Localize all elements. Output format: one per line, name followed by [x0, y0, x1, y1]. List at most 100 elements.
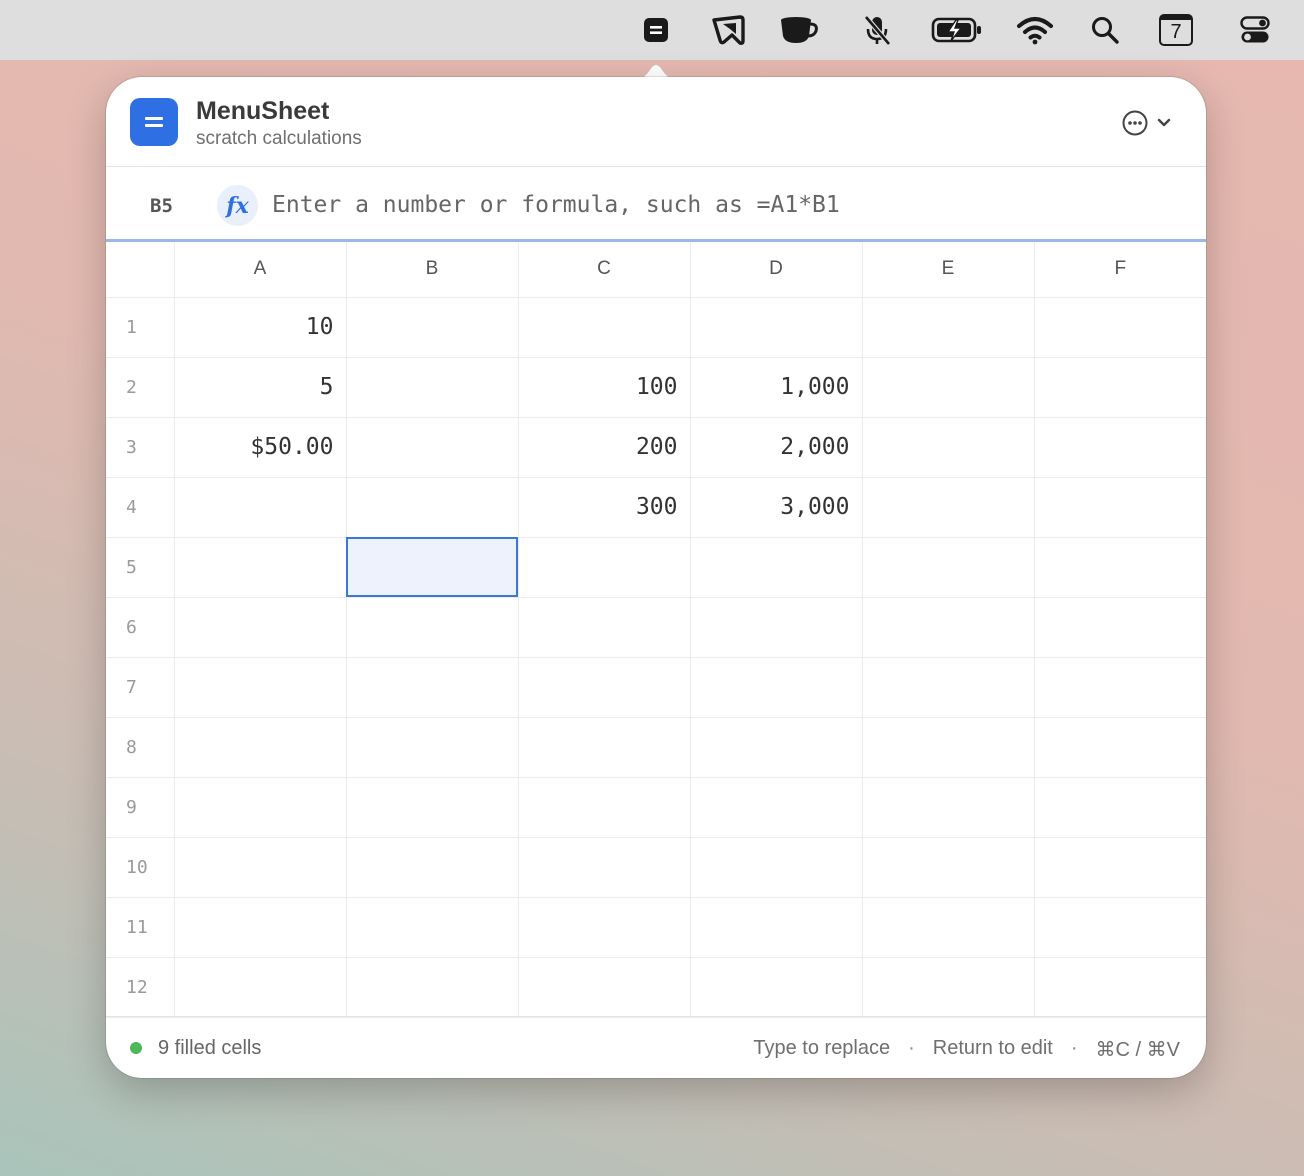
cell-c4[interactable]: 300	[517, 476, 691, 538]
cell-a12[interactable]	[173, 956, 347, 1018]
row-header[interactable]: 8	[106, 716, 175, 778]
cell-b12[interactable]	[345, 956, 519, 1018]
bookmark-icon[interactable]	[707, 11, 749, 49]
cell-e3[interactable]	[861, 416, 1035, 478]
cell-c2[interactable]: 100	[517, 356, 691, 418]
cell-d3[interactable]: 2,000	[689, 416, 863, 478]
battery-charging-icon[interactable]	[930, 11, 984, 49]
column-header-e[interactable]: E	[861, 242, 1035, 298]
cell-d8[interactable]	[689, 716, 863, 778]
cell-c9[interactable]	[517, 776, 691, 838]
cell-e11[interactable]	[861, 896, 1035, 958]
cell-e6[interactable]	[861, 596, 1035, 658]
row-header[interactable]: 1	[106, 296, 175, 358]
cell-a5[interactable]	[173, 536, 347, 598]
cell-a11[interactable]	[173, 896, 347, 958]
cell-c7[interactable]	[517, 656, 691, 718]
row-header[interactable]: 12	[106, 956, 175, 1018]
column-header-c[interactable]: C	[517, 242, 691, 298]
cell-e4[interactable]	[861, 476, 1035, 538]
formula-input[interactable]	[272, 187, 1172, 223]
cell-c11[interactable]	[517, 896, 691, 958]
fx-icon[interactable]: fx	[217, 185, 258, 226]
cell-f12[interactable]	[1033, 956, 1206, 1018]
cell-d4[interactable]: 3,000	[689, 476, 863, 538]
cell-f5[interactable]	[1033, 536, 1206, 598]
cell-f7[interactable]	[1033, 656, 1206, 718]
cell-d7[interactable]	[689, 656, 863, 718]
cell-f3[interactable]	[1033, 416, 1206, 478]
cell-a2[interactable]: 5	[173, 356, 347, 418]
menusheet-icon[interactable]	[635, 11, 677, 49]
cell-f11[interactable]	[1033, 896, 1206, 958]
coffee-cup-icon[interactable]	[778, 11, 820, 49]
cell-e1[interactable]	[861, 296, 1035, 358]
row-header[interactable]: 10	[106, 836, 175, 898]
cell-f10[interactable]	[1033, 836, 1206, 898]
cell-b9[interactable]	[345, 776, 519, 838]
cell-d10[interactable]	[689, 836, 863, 898]
cell-b7[interactable]	[345, 656, 519, 718]
cell-b3[interactable]	[345, 416, 519, 478]
cell-e5[interactable]	[861, 536, 1035, 598]
cell-a9[interactable]	[173, 776, 347, 838]
cell-a10[interactable]	[173, 836, 347, 898]
cell-e8[interactable]	[861, 716, 1035, 778]
more-options-button[interactable]	[1120, 107, 1180, 139]
cell-a3[interactable]: $50.00	[173, 416, 347, 478]
cell-c6[interactable]	[517, 596, 691, 658]
cell-b6[interactable]	[345, 596, 519, 658]
cell-c1[interactable]	[517, 296, 691, 358]
cell-f4[interactable]	[1033, 476, 1206, 538]
cell-b10[interactable]	[345, 836, 519, 898]
row-header[interactable]: 6	[106, 596, 175, 658]
cell-a7[interactable]	[173, 656, 347, 718]
control-center-icon[interactable]	[1234, 11, 1276, 49]
cell-f2[interactable]	[1033, 356, 1206, 418]
cell-e12[interactable]	[861, 956, 1035, 1018]
cell-b5[interactable]	[345, 536, 519, 598]
cell-c5[interactable]	[517, 536, 691, 598]
cell-d11[interactable]	[689, 896, 863, 958]
cell-f1[interactable]	[1033, 296, 1206, 358]
cell-d12[interactable]	[689, 956, 863, 1018]
cell-b2[interactable]	[345, 356, 519, 418]
cell-b11[interactable]	[345, 896, 519, 958]
row-header[interactable]: 7	[106, 656, 175, 718]
cell-a6[interactable]	[173, 596, 347, 658]
calendar-icon[interactable]: 7	[1155, 11, 1197, 49]
cell-e10[interactable]	[861, 836, 1035, 898]
cell-f9[interactable]	[1033, 776, 1206, 838]
row-header[interactable]: 9	[106, 776, 175, 838]
cell-c12[interactable]	[517, 956, 691, 1018]
column-header-b[interactable]: B	[345, 242, 519, 298]
column-header-a[interactable]: A	[173, 242, 347, 298]
row-header[interactable]: 11	[106, 896, 175, 958]
cell-c3[interactable]: 200	[517, 416, 691, 478]
muted-microphone-icon[interactable]	[856, 11, 898, 49]
cell-c10[interactable]	[517, 836, 691, 898]
cell-f6[interactable]	[1033, 596, 1206, 658]
wifi-icon[interactable]	[1014, 11, 1056, 49]
cell-b8[interactable]	[345, 716, 519, 778]
cell-b4[interactable]	[345, 476, 519, 538]
row-header[interactable]: 4	[106, 476, 175, 538]
cell-e2[interactable]	[861, 356, 1035, 418]
cell-d2[interactable]: 1,000	[689, 356, 863, 418]
cell-f8[interactable]	[1033, 716, 1206, 778]
row-header[interactable]: 3	[106, 416, 175, 478]
row-header[interactable]: 5	[106, 536, 175, 598]
search-icon[interactable]	[1084, 11, 1126, 49]
cell-a8[interactable]	[173, 716, 347, 778]
cell-a4[interactable]	[173, 476, 347, 538]
cell-d9[interactable]	[689, 776, 863, 838]
row-header[interactable]: 2	[106, 356, 175, 418]
cell-d5[interactable]	[689, 536, 863, 598]
cell-e7[interactable]	[861, 656, 1035, 718]
cell-c8[interactable]	[517, 716, 691, 778]
cell-a1[interactable]: 10	[173, 296, 347, 358]
cell-b1[interactable]	[345, 296, 519, 358]
cell-d6[interactable]	[689, 596, 863, 658]
column-header-d[interactable]: D	[689, 242, 863, 298]
cell-d1[interactable]	[689, 296, 863, 358]
